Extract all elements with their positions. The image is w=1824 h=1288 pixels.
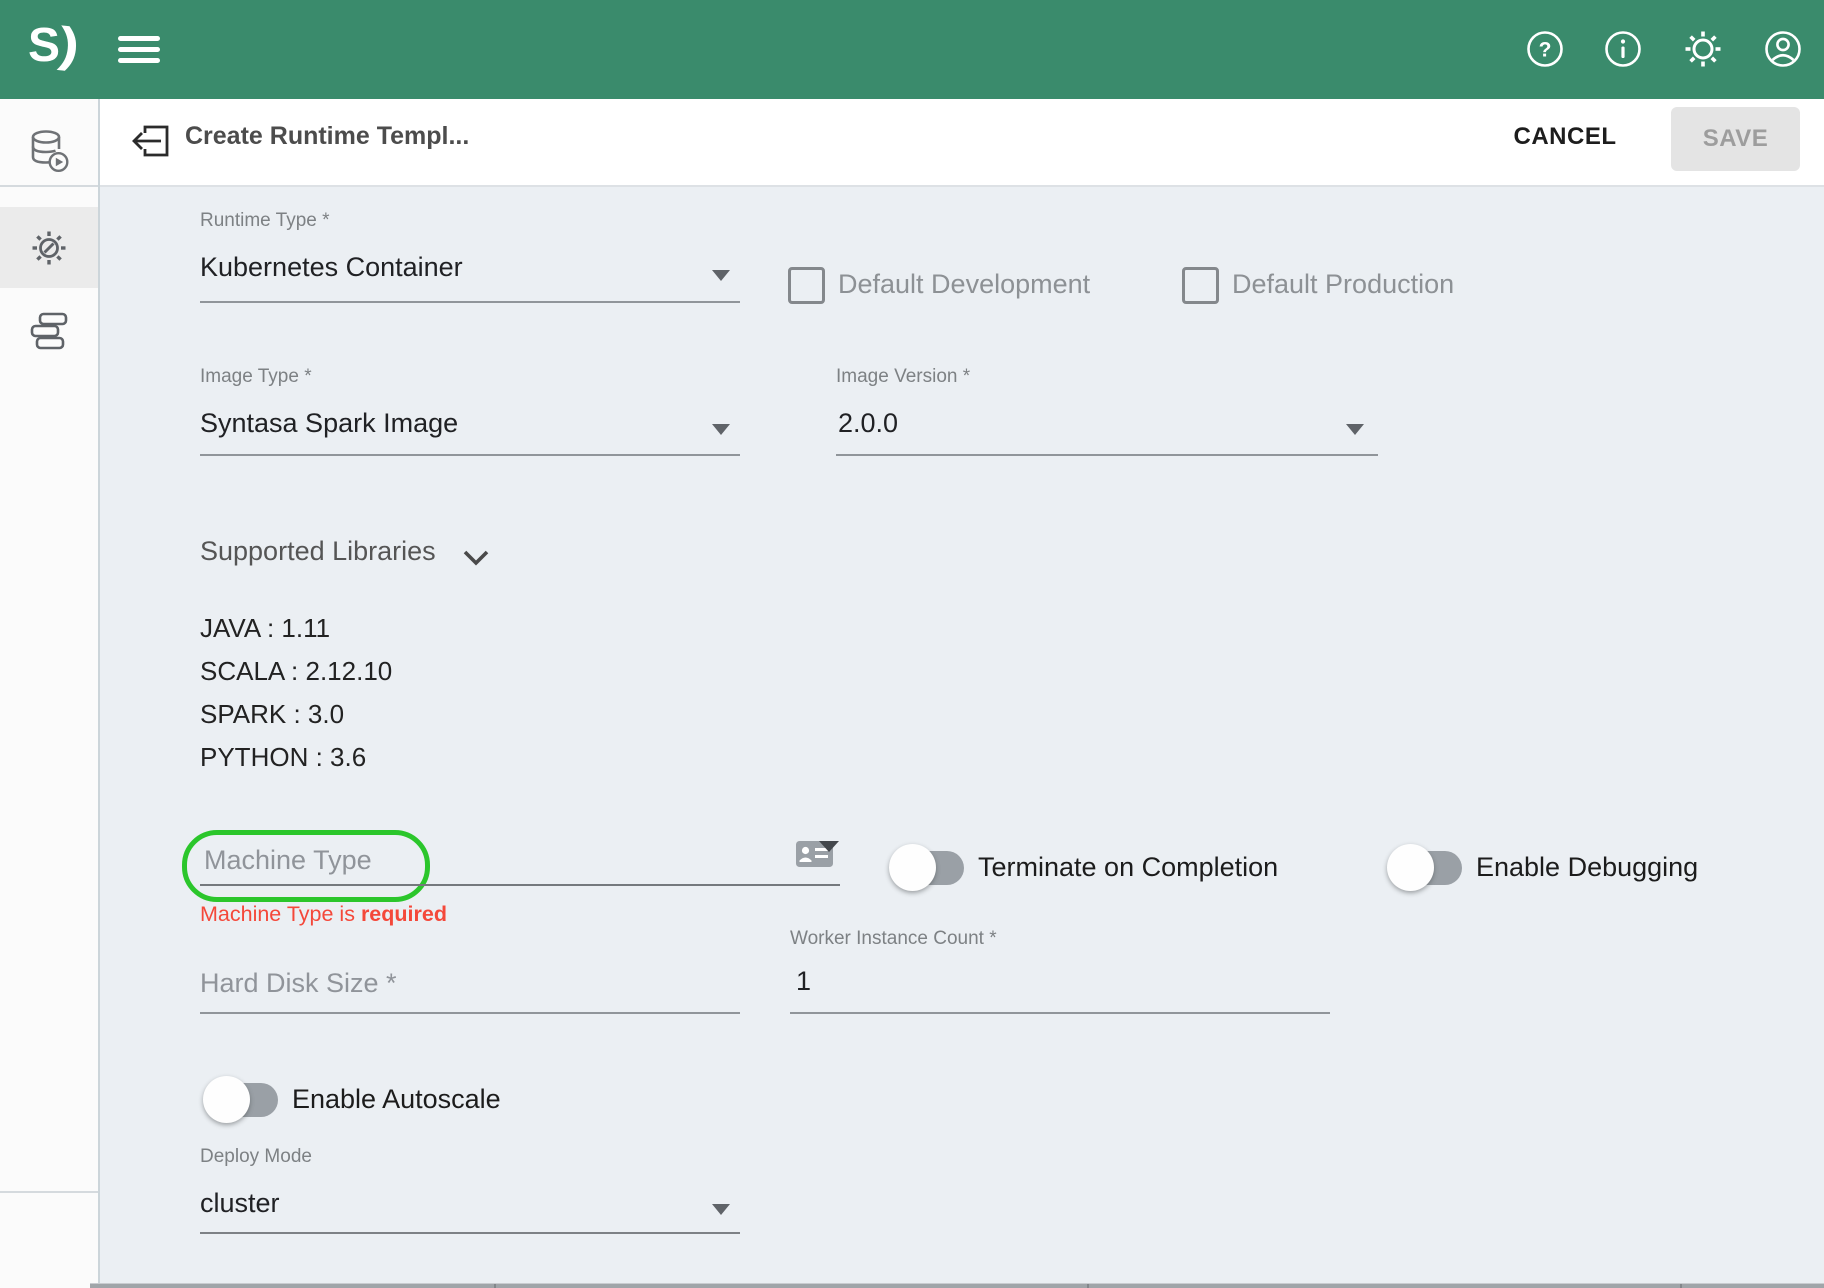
supported-libraries-toggle[interactable]: Supported Libraries [200,536,436,567]
hard-disk-size-underline [200,1012,740,1014]
sidebar-item-admin-settings[interactable] [0,207,98,288]
top-app-bar: S) ? [0,0,1824,99]
library-item-spark: SPARK : 3.0 [200,699,344,730]
help-icon[interactable]: ? [1523,27,1567,71]
machine-type-highlight-annotation [182,830,430,902]
gear-icon[interactable] [1681,27,1725,71]
image-type-underline [200,454,740,456]
deploy-mode-select[interactable]: cluster [200,1188,280,1219]
app-window: S) ? [0,0,1824,1288]
sidebar-divider [0,185,98,187]
enable-debugging-label: Enable Debugging [1476,852,1698,883]
worker-instance-count-label: Worker Instance Count * [790,928,997,950]
enable-debugging-toggle[interactable] [1388,848,1464,888]
library-item-java: JAVA : 1.11 [200,613,330,644]
runtime-type-label: Runtime Type * [200,210,330,232]
deploy-mode-caret-icon[interactable] [712,1204,730,1215]
default-production-checkbox[interactable] [1182,267,1219,304]
hard-disk-size-input[interactable]: Hard Disk Size * [200,968,397,999]
runtime-type-caret-icon[interactable] [712,270,730,281]
image-type-caret-icon[interactable] [712,424,730,435]
syntasa-logo[interactable]: S) [28,18,75,73]
runtime-type-select[interactable]: Kubernetes Container [200,252,463,283]
chevron-down-icon[interactable] [462,549,490,572]
account-icon[interactable] [1761,27,1805,71]
stacked-layers-icon [27,311,71,353]
default-production-label: Default Production [1232,269,1454,300]
image-version-label: Image Version * [836,366,970,388]
save-button[interactable]: SAVE [1671,107,1800,171]
sidebar-item-datasets[interactable] [0,117,98,187]
library-item-scala: SCALA : 2.12.10 [200,656,392,687]
database-play-icon [26,127,72,177]
machine-type-underline [200,884,840,886]
enable-autoscale-toggle[interactable] [204,1080,280,1120]
form-panel [100,187,1824,1283]
sidebar [0,99,100,1288]
worker-instance-count-underline [790,1012,1330,1014]
default-development-checkbox[interactable] [788,267,825,304]
gear-wrench-icon [28,227,70,269]
image-type-select[interactable]: Syntasa Spark Image [200,408,458,439]
contact-card-dropdown-icon[interactable] [795,836,841,877]
cancel-button[interactable]: CANCEL [1492,123,1638,157]
image-version-select[interactable]: 2.0.0 [838,408,898,439]
svg-text:?: ? [1539,39,1552,62]
deploy-mode-label: Deploy Mode [200,1146,312,1168]
enable-autoscale-label: Enable Autoscale [292,1084,501,1115]
image-version-caret-icon[interactable] [1346,424,1364,435]
sidebar-bottom-divider [0,1191,98,1193]
terminate-on-completion-toggle[interactable] [890,848,966,888]
default-development-label: Default Development [838,269,1090,300]
bottom-scrollbar[interactable] [90,1283,1824,1288]
worker-instance-count-input[interactable]: 1 [796,966,811,997]
hamburger-menu-icon[interactable] [118,36,160,63]
image-type-label: Image Type * [200,366,312,388]
runtime-type-underline [200,301,740,303]
machine-type-error: Machine Type is required [200,902,447,927]
info-icon[interactable] [1601,27,1645,71]
page-title: Create Runtime Templ... [185,122,469,151]
library-item-python: PYTHON : 3.6 [200,742,366,773]
deploy-mode-underline [200,1232,740,1234]
terminate-on-completion-label: Terminate on Completion [978,852,1278,883]
back-button[interactable] [127,118,173,164]
sidebar-item-stacks[interactable] [0,297,98,367]
image-version-underline [836,454,1378,456]
